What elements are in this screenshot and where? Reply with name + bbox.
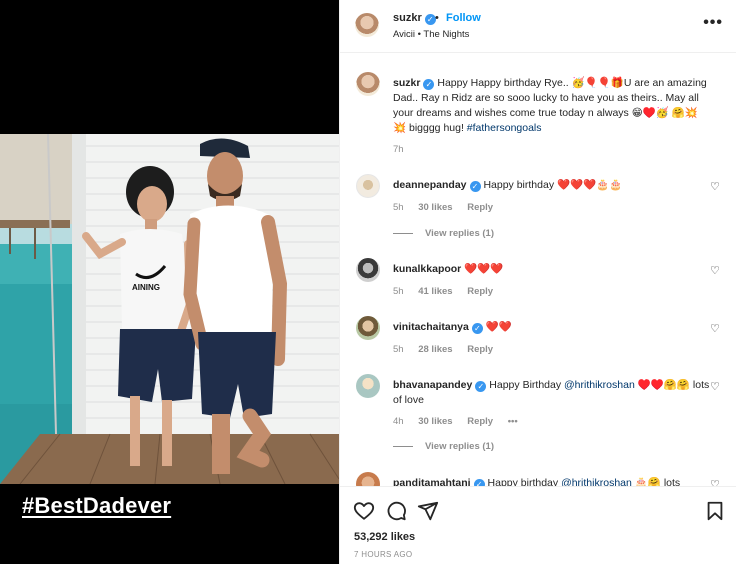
comment-text-prefix: Happy birthday [487, 477, 562, 486]
caption-username[interactable]: suzkr [393, 77, 420, 89]
comment-username[interactable]: bhavanapandey [393, 379, 472, 391]
post-actions-bar: 53,292 likes 7 HOURS AGO [340, 486, 736, 564]
reply-button[interactable]: Reply [467, 286, 493, 297]
avatar[interactable] [356, 472, 380, 486]
comment-mention[interactable]: @hrithikroshan [561, 477, 632, 486]
share-send-icon[interactable] [417, 500, 439, 522]
avatar[interactable] [356, 374, 380, 398]
caption-body: suzkr ✓ Happy Happy birthday Rye.. 🥳🎈🎈🎁U … [393, 76, 713, 136]
caption-meta: 7h [393, 144, 416, 155]
comment-bubble-icon[interactable] [385, 500, 407, 522]
post-photo: AINING [0, 134, 339, 484]
post-caption: suzkr ✓ Happy Happy birthday Rye.. 🥳🎈🎈🎁U … [356, 72, 726, 162]
verified-badge-icon: ✓ [423, 79, 435, 90]
avatar[interactable] [356, 316, 380, 340]
comment-item: vinitachaitanya ✓ ❤️❤️ ♡ 5h 28 likes Repl… [356, 316, 726, 366]
caption-hashtag[interactable]: #fathersongoals [467, 122, 542, 134]
avatar[interactable] [356, 174, 380, 198]
comment-body: bhavanapandey ✓ Happy Birthday @hrithikro… [393, 378, 713, 408]
reply-button[interactable]: Reply [467, 202, 493, 213]
avatar[interactable] [356, 258, 380, 282]
comment-text: Happy birthday ❤️❤️❤️🎂🎂 [483, 179, 623, 191]
comment-body: panditamahtani ✓ Happy birthday @hrithikr… [393, 476, 713, 486]
verified-badge-icon: ✓ [473, 479, 485, 486]
post-header: suzkr ✓ • Follow Avicii • The Nights ••• [340, 0, 736, 53]
reply-button[interactable]: Reply [467, 416, 493, 427]
post-media[interactable]: AINING #BestDadever [0, 0, 339, 564]
comment-meta: 5h 28 likes Reply [393, 344, 505, 355]
shirt-text: AINING [132, 283, 160, 292]
comments-list[interactable]: suzkr ✓ Happy Happy birthday Rye.. 🥳🎈🎈🎁U … [340, 54, 736, 486]
comment-username[interactable]: vinitachaitanya [393, 321, 469, 333]
view-replies-label[interactable]: View replies (1) [425, 441, 494, 452]
comment-likes[interactable]: 28 likes [418, 344, 452, 355]
comment-text: ❤️❤️ [485, 321, 512, 333]
comment-item: panditamahtani ✓ Happy birthday @hrithikr… [356, 472, 726, 486]
comment-meta: 4h 30 likes Reply ••• [393, 416, 530, 427]
comment-username[interactable]: kunalkkapoor [393, 263, 461, 275]
comment-item: deannepanday ✓ Happy birthday ❤️❤️❤️🎂🎂 ♡ … [356, 174, 726, 249]
comment-more-icon[interactable]: ••• [508, 416, 518, 427]
comment-body: kunalkkapoor ❤️❤️❤️ [393, 262, 713, 277]
comment-body: vinitachaitanya ✓ ❤️❤️ [393, 320, 713, 335]
comment-text: ❤️❤️❤️ [464, 263, 504, 275]
avatar[interactable] [356, 72, 380, 96]
separator: • [435, 12, 439, 24]
like-comment-icon[interactable]: ♡ [710, 382, 720, 393]
like-comment-icon[interactable]: ♡ [710, 182, 720, 193]
more-options-icon[interactable]: ••• [703, 15, 723, 31]
comment-meta: 5h 41 likes Reply [393, 286, 505, 297]
view-replies-button[interactable]: View replies (1) [393, 228, 494, 239]
reply-button[interactable]: Reply [467, 344, 493, 355]
comment-text-prefix: Happy Birthday [489, 379, 565, 391]
like-comment-icon[interactable]: ♡ [710, 266, 720, 277]
view-replies-label[interactable]: View replies (1) [425, 228, 494, 239]
verified-badge-icon: ✓ [471, 323, 483, 334]
comment-item: kunalkkapoor ❤️❤️❤️ ♡ 5h 41 likes Reply [356, 258, 726, 308]
comment-mention[interactable]: @hrithikroshan [564, 379, 635, 391]
comment-body: deannepanday ✓ Happy birthday ❤️❤️❤️🎂🎂 [393, 178, 713, 193]
comment-time[interactable]: 5h [393, 202, 404, 213]
comment-item: bhavanapandey ✓ Happy Birthday @hrithikro… [356, 374, 726, 464]
username-text[interactable]: suzkr [393, 12, 422, 24]
post-side-panel: suzkr ✓ • Follow Avicii • The Nights ••• … [339, 0, 736, 564]
caption-text: Happy Happy birthday Rye.. 🥳🎈🎈🎁U are an … [393, 77, 707, 134]
hashtag-overlay: #BestDadever [22, 493, 172, 518]
comment-time[interactable]: 5h [393, 286, 404, 297]
post-timestamp[interactable]: 7 HOURS AGO [354, 550, 412, 559]
verified-badge-icon: ✓ [475, 381, 487, 392]
instagram-post-viewer: AINING #BestDadever suzkr ✓ • Follow Avi… [0, 0, 736, 564]
audio-track[interactable]: Avicii • The Nights [393, 29, 469, 40]
comment-likes[interactable]: 41 likes [418, 286, 452, 297]
header-username[interactable]: suzkr ✓ [393, 12, 436, 25]
comment-likes[interactable]: 30 likes [418, 416, 452, 427]
avatar[interactable] [355, 13, 379, 37]
comment-username[interactable]: deannepanday [393, 179, 467, 191]
comment-meta: 5h 30 likes Reply [393, 202, 505, 213]
verified-badge-icon: ✓ [469, 181, 481, 192]
like-comment-icon[interactable]: ♡ [710, 324, 720, 335]
caption-time[interactable]: 7h [393, 144, 404, 155]
follow-button[interactable]: Follow [446, 12, 481, 24]
view-replies-button[interactable]: View replies (1) [393, 441, 494, 452]
save-bookmark-icon[interactable] [704, 500, 726, 522]
post-likes-count[interactable]: 53,292 likes [354, 531, 415, 543]
comment-time[interactable]: 4h [393, 416, 404, 427]
comment-likes[interactable]: 30 likes [418, 202, 452, 213]
comment-text-suffix: 🎂🤗 lots [631, 477, 681, 486]
comment-username[interactable]: panditamahtani [393, 477, 471, 486]
comment-time[interactable]: 5h [393, 344, 404, 355]
like-heart-icon[interactable] [353, 500, 375, 522]
